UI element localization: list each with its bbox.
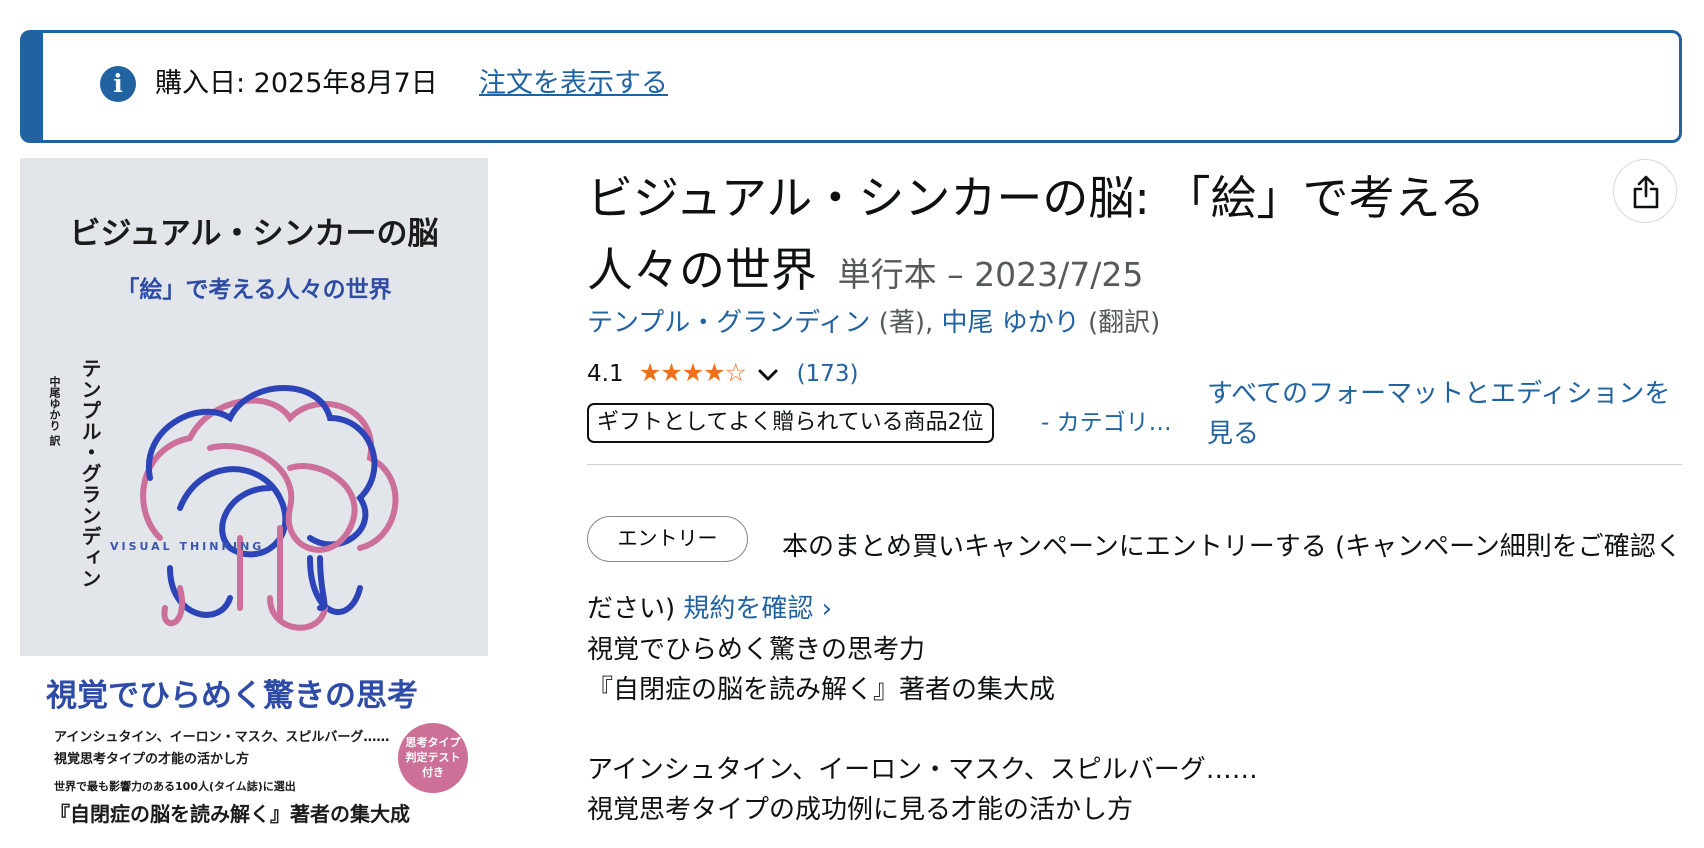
rating-row: 4.1 ★★★★☆ (173) xyxy=(587,356,858,390)
cover-translator: 中尾ゆかり 訳 xyxy=(48,376,61,446)
purchase-date: 購入日: 2025年8月7日 xyxy=(155,68,438,99)
rating-count-link[interactable]: (173) xyxy=(797,361,859,387)
byline: テンプル・グランディン (著), 中尾 ゆかり (翻訳) xyxy=(587,305,1160,341)
star-rating[interactable]: ★★★★☆ xyxy=(639,358,747,387)
description-line: 『自閉症の脳を読み解く』著者の集大成 xyxy=(587,675,1056,705)
cover-knot-illustration xyxy=(140,385,399,631)
rating-value: 4.1 xyxy=(587,361,624,387)
share-button[interactable] xyxy=(1613,159,1677,223)
author-link[interactable]: テンプル・グランディン xyxy=(587,308,870,338)
cover-line: 視覚思考タイプの才能の活かし方 xyxy=(54,752,250,767)
cover-author: テンプル・グランディン xyxy=(78,358,102,589)
cover-subtitle: 「絵」で考える人々の世界 xyxy=(116,277,392,303)
book-cover-image[interactable]: ビジュアル・シンカーの脳 「絵」で考える人々の世界 テンプル・グランディン 中尾… xyxy=(20,158,488,848)
terms-link[interactable]: 規約を確認 › xyxy=(683,594,832,624)
cover-catchphrase: 視覚でひらめく驚きの思考 xyxy=(46,678,418,714)
cover-badge-line: 思考タイプ xyxy=(405,736,461,749)
cover-badge-line: 判定テスト xyxy=(405,751,461,764)
cover-badge-line: 付き xyxy=(422,766,444,779)
divider xyxy=(587,464,1682,465)
info-icon: i xyxy=(100,66,136,102)
gift-rank-badge[interactable]: ギフトとしてよく贈られている商品2位 xyxy=(587,403,994,443)
cover-line: アインシュタイン、イーロン・マスク、スピルバーグ…… xyxy=(54,730,390,745)
view-order-link[interactable]: 注文を表示する xyxy=(479,66,668,102)
campaign-text: 本のまとめ買いキャンペーンにエントリーする (キャンペーン細則をご確認ください)… xyxy=(587,516,1682,640)
chevron-down-icon[interactable] xyxy=(757,368,779,382)
book-description: 視覚でひらめく驚きの思考力 『自閉症の脳を読み解く』著者の集大成 アインシュタイ… xyxy=(587,630,1682,830)
category-link[interactable]: - カテゴリ… xyxy=(1041,404,1172,442)
all-formats-link[interactable]: すべてのフォーマットとエディションを見る xyxy=(1207,374,1677,454)
share-icon xyxy=(1633,175,1659,209)
product-title: ビジュアル・シンカーの脳: 「絵」で考える人々の世界 単行本 – 2023/7/… xyxy=(587,162,1547,311)
purchase-banner: i 購入日: 2025年8月7日 注文を表示する xyxy=(20,30,1682,143)
product-format-date: 単行本 – 2023/7/25 xyxy=(837,255,1144,294)
description-line: 視覚思考タイプの成功例に見る才能の活かし方 xyxy=(587,795,1134,825)
cover-title: ビジュアル・シンカーの脳 xyxy=(69,216,439,252)
translator-link[interactable]: 中尾 ゆかり xyxy=(942,308,1080,338)
cover-line: 『自閉症の脳を読み解く』著者の集大成 xyxy=(50,802,410,826)
cover-art-text: VISUAL THINKING xyxy=(110,540,265,553)
cover-line: 世界で最も影響力のある100人(タイム誌)に選出 xyxy=(54,780,296,793)
cover-badge: 思考タイプ 判定テスト 付き xyxy=(398,723,468,793)
author-role: (著), xyxy=(878,308,934,338)
description-line: アインシュタイン、イーロン・マスク、スピルバーグ…… xyxy=(587,755,1258,785)
description-line: 視覚でひらめく驚きの思考力 xyxy=(587,635,926,665)
translator-role: (翻訳) xyxy=(1088,308,1161,338)
